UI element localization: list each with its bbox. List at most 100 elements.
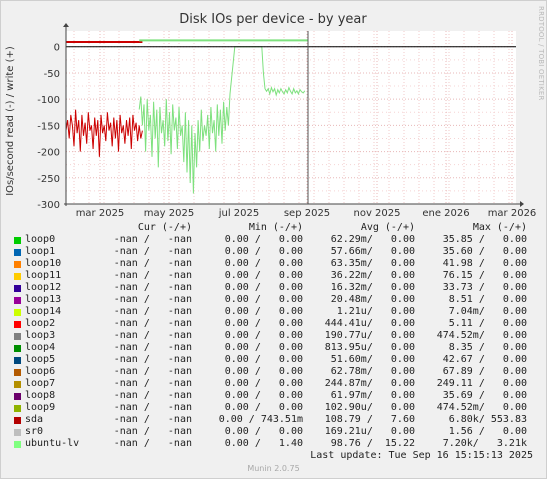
y-tick-label: 0 [54,43,60,54]
legend-device-name: loop11 [25,270,62,281]
legend-value-avg: 1.21u/ 0.00 [336,306,415,317]
legend-swatch [14,237,21,244]
legend-value-cur: -nan / -nan [113,354,192,365]
legend-value-min: 0.00 / 0.00 [224,426,303,437]
legend-value-avg: 20.48m/ 0.00 [330,294,415,305]
legend-value-cur: -nan / -nan [113,390,192,401]
legend-swatch [14,309,21,316]
legend-value-min: 0.00 / 0.00 [224,270,303,281]
legend-value-cur: -nan / -nan [113,282,192,293]
legend-value-max: 35.69 / 0.00 [442,390,527,401]
legend-value-avg: 57.66m/ 0.00 [330,246,415,257]
legend-row: loop9 -nan / -nan 0.00 / 0.00 102.90u/ 0.00… [0,402,547,414]
legend-value-min: 0.00 / 0.00 [224,402,303,413]
legend-value-cur: -nan / -nan [113,270,192,281]
legend-row: loop4 -nan / -nan 0.00 / 0.00 813.95u/ 0.00… [0,342,547,354]
legend-swatch [14,333,21,340]
legend-device-name: loop10 [25,258,62,269]
legend-value-avg: 98.76 / 15.22 [330,438,415,449]
x-tick-label: mar 2026 [488,208,537,219]
legend-value-avg: 62.78m/ 0.00 [330,366,415,377]
y-tick-label: -50 [44,69,60,80]
legend-value-min: 0.00 / 743.51m [218,414,303,425]
legend-swatch [14,441,21,448]
legend-swatch [14,369,21,376]
legend-value-cur: -nan / -nan [113,342,192,353]
legend-value-cur: -nan / -nan [113,414,192,425]
legend-value-avg: 61.97m/ 0.00 [330,390,415,401]
legend-value-max: 67.89 / 0.00 [442,366,527,377]
legend-value-avg: 244.87m/ 0.00 [324,378,415,389]
legend-value-avg: 190.77u/ 0.00 [324,330,415,341]
legend-value-avg: 51.60m/ 0.00 [330,354,415,365]
legend-swatch [14,393,21,400]
legend-value-min: 0.00 / 0.00 [224,342,303,353]
legend-value-cur: -nan / -nan [113,318,192,329]
legend-device-name: loop9 [25,402,56,413]
legend-row: loop10 -nan / -nan 0.00 / 0.00 63.35m/ 0.00… [0,258,547,270]
x-tick-label: mar 2025 [76,208,125,219]
legend-value-max: 5.11 / 0.00 [448,318,527,329]
legend-device-name: sda [25,414,44,425]
legend-value-avg: 102.90u/ 0.00 [324,402,415,413]
legend-device-name: loop6 [25,366,56,377]
y-tick-label: -150 [37,121,60,132]
legend-value-max: 41.98 / 0.00 [442,258,527,269]
legend-swatch [14,261,21,268]
legend-device-name: loop4 [25,342,56,353]
legend-value-min: 0.00 / 0.00 [224,366,303,377]
legend-value-avg: 16.32m/ 0.00 [330,282,415,293]
legend-swatch [14,429,21,436]
legend-device-name: loop7 [25,378,56,389]
chart-title: Disk IOs per device - by year [179,12,367,27]
legend-value-cur: -nan / -nan [113,246,192,257]
legend-value-max: 6.80k/ 553.83 [448,414,527,425]
chart: Disk IOs per device - by year IOs/second… [5,12,537,219]
legend-swatch [14,321,21,328]
x-tick-label: sep 2025 [284,208,330,219]
legend-row: loop1 -nan / -nan 0.00 / 0.00 57.66m/ 0.00 3… [0,246,547,258]
legend-swatch [14,357,21,364]
legend-device-name: loop2 [25,318,56,329]
last-update: Last update: Tue Sep 16 15:15:13 2025 [310,450,533,461]
legend-swatch [14,345,21,352]
legend-value-cur: -nan / -nan [113,234,192,245]
x-axis-arrow [520,201,524,207]
legend-row: loop2 -nan / -nan 0.00 / 0.00 444.41u/ 0.00… [0,318,547,330]
legend-row: loop11 -nan / -nan 0.00 / 0.00 36.22m/ 0.00… [0,270,547,282]
legend-row: ubuntu-lv -nan / -nan 0.00 / 1.40 98.76 / 1… [0,438,547,450]
legend-value-min: 0.00 / 1.40 [224,438,303,449]
legend-value-min: 0.00 / 0.00 [224,282,303,293]
legend-device-name: loop5 [25,354,56,365]
legend-value-avg: 108.79 / 7.60 [324,414,415,425]
legend-row: loop7 -nan / -nan 0.00 / 0.00 244.87m/ 0.00… [0,378,547,390]
legend-swatch [14,273,21,280]
legend-value-min: 0.00 / 0.00 [224,378,303,389]
legend-value-cur: -nan / -nan [113,438,192,449]
legend-value-max: 42.67 / 0.00 [442,354,527,365]
legend-value-max: 474.52m/ 0.00 [436,330,527,341]
legend-value-avg: 36.22m/ 0.00 [330,270,415,281]
legend-device-name: loop8 [25,390,56,401]
legend-swatch [14,297,21,304]
legend-value-max: 35.85 / 0.00 [442,234,527,245]
legend-value-max: 8.35 / 0.00 [448,342,527,353]
y-tick-label: -250 [37,174,60,185]
legend-device-name: loop12 [25,282,62,293]
legend-header-avg: Avg (-/+) [360,222,415,233]
legend-value-min: 0.00 / 0.00 [224,234,303,245]
legend-value-cur: -nan / -nan [113,306,192,317]
legend-value-cur: -nan / -nan [113,402,192,413]
legend-value-cur: -nan / -nan [113,258,192,269]
legend-row: loop5 -nan / -nan 0.00 / 0.00 51.60m/ 0.00 4… [0,354,547,366]
legend-swatch [14,381,21,388]
legend-device-name: sr0 [25,426,44,437]
legend-device-name: loop1 [25,246,56,257]
legend-header-cur: Cur (-/+) [137,222,192,233]
legend-row: loop12 -nan / -nan 0.00 / 0.00 16.32m/ 0.00… [0,282,547,294]
legend-value-min: 0.00 / 0.00 [224,354,303,365]
y-axis-arrow [63,23,69,27]
legend-value-max: 76.15 / 0.00 [442,270,527,281]
legend-device-name: loop0 [25,234,56,245]
legend-value-max: 249.11 / 0.00 [436,378,527,389]
